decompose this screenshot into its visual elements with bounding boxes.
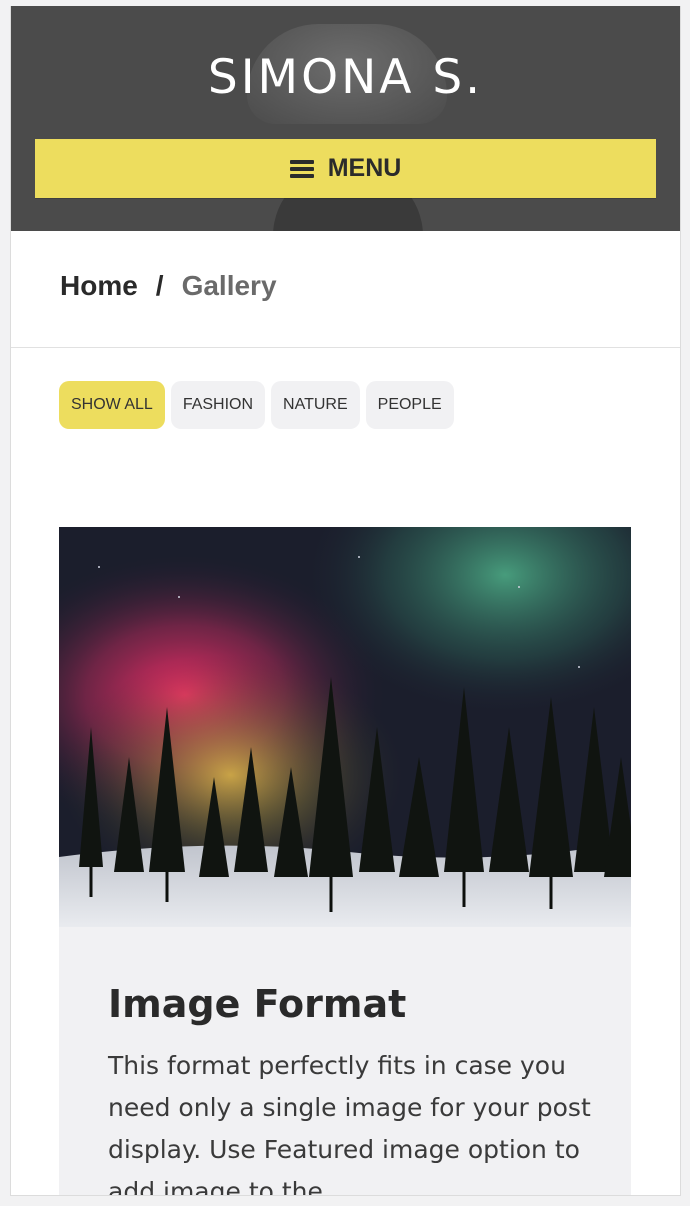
divider <box>11 347 680 348</box>
site-title[interactable]: SIMONA S. <box>11 50 680 105</box>
post-featured-image[interactable] <box>59 527 631 927</box>
site-header: SIMONA S. MENU <box>11 6 680 231</box>
post-title[interactable]: Image Format <box>108 982 406 1026</box>
filter-fashion[interactable]: FASHION <box>170 381 266 429</box>
breadcrumb-separator: / <box>155 270 164 301</box>
filter-show-all[interactable]: SHOW ALL <box>59 381 165 429</box>
menu-button[interactable]: MENU <box>35 139 656 198</box>
filter-people[interactable]: PEOPLE <box>365 381 454 429</box>
breadcrumb: Home / Gallery <box>60 270 277 302</box>
page-frame: SIMONA S. MENU Home / Gallery SHOW ALL F… <box>10 6 681 1196</box>
aurora-forest-illustration <box>59 527 631 927</box>
post-card-body: Image Format This format perfectly fits … <box>59 927 631 1196</box>
menu-label: MENU <box>327 154 402 182</box>
gallery-filters: SHOW ALL FASHION NATURE PEOPLE <box>59 381 454 429</box>
filter-nature[interactable]: NATURE <box>271 381 360 429</box>
breadcrumb-home-link[interactable]: Home <box>60 270 138 302</box>
hamburger-icon <box>289 159 314 179</box>
post-excerpt: This format perfectly fits in case you n… <box>108 1051 591 1196</box>
breadcrumb-current: Gallery <box>181 270 277 301</box>
